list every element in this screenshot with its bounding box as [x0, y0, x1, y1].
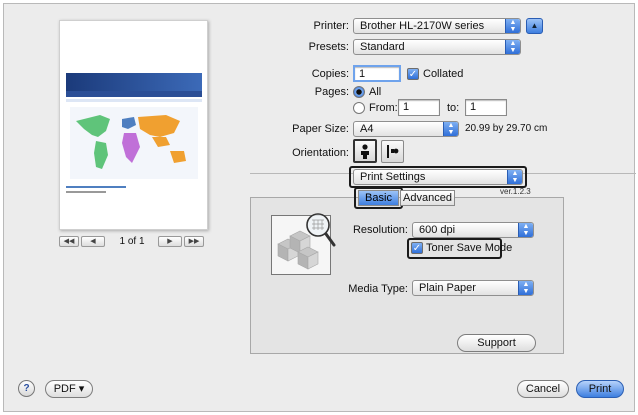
media-type-value: Plain Paper — [419, 282, 476, 294]
media-type-label: Media Type: — [348, 283, 408, 295]
printer-popup[interactable]: Brother HL-2170W series ▲ ▼ — [353, 18, 521, 34]
preview-link-line — [66, 186, 126, 188]
print-preview — [59, 20, 208, 230]
previous-page-button[interactable]: ◀ — [81, 236, 105, 247]
paper-size-label: Paper Size: — [292, 123, 349, 135]
pages-label: Pages: — [314, 86, 349, 98]
last-page-button[interactable]: ▶▶ — [184, 236, 204, 247]
print-dialog: ◀◀ ◀ 1 of 1 ▶ ▶▶ Printer: Brother HL-217… — [3, 3, 636, 412]
pages-from-field[interactable]: 1 — [398, 99, 440, 116]
preview-text-line — [66, 191, 106, 193]
up-down-arrows-icon: ▲ ▼ — [518, 281, 533, 295]
first-page-button[interactable]: ◀◀ — [59, 236, 79, 247]
copies-label: Copies: — [311, 68, 349, 80]
up-down-arrows-icon: ▲ ▼ — [505, 19, 520, 33]
up-down-arrows-icon: ▲ ▼ — [505, 40, 520, 54]
toner-save-checkbox[interactable]: ✓ — [411, 242, 423, 254]
print-button[interactable]: Print — [576, 380, 624, 398]
world-map-image — [70, 107, 198, 179]
support-button[interactable]: Support — [457, 334, 536, 352]
printer-label: Printer: — [313, 20, 349, 32]
version-text: ver.1.2.3 — [500, 187, 531, 196]
preview-header-bar — [66, 91, 202, 97]
presets-popup[interactable]: Standard ▲ ▼ — [353, 39, 521, 55]
pdf-menu-button[interactable]: PDF ▾ — [45, 380, 93, 398]
tab-advanced[interactable]: Advanced — [400, 190, 455, 206]
toner-save-label: Toner Save Mode — [426, 242, 513, 254]
paper-dimensions: 20.99 by 29.70 cm — [465, 123, 548, 134]
preview-text-line — [66, 99, 202, 102]
pages-from-radio[interactable] — [353, 102, 365, 114]
presets-value: Standard — [360, 41, 405, 53]
next-page-button[interactable]: ▶ — [158, 236, 182, 247]
media-type-popup[interactable]: Plain Paper ▲ ▼ — [412, 280, 534, 296]
print-settings-popup[interactable]: Print Settings ▲ ▼ — [353, 169, 523, 185]
portrait-orientation-button[interactable] — [353, 139, 377, 163]
help-icon[interactable]: ? — [18, 380, 35, 397]
magnifier-icon — [306, 213, 336, 247]
up-down-arrows-icon: ▲ ▼ — [507, 170, 522, 184]
disclosure-triangle-icon[interactable]: ▲ — [526, 18, 543, 34]
pages-all-label: All — [369, 86, 382, 98]
up-down-arrows-icon: ▲ ▼ — [518, 223, 533, 237]
paper-size-popup[interactable]: A4 ▲ ▼ — [353, 121, 459, 137]
landscape-orientation-button[interactable] — [381, 140, 404, 163]
pages-from-label: From: — [369, 102, 398, 114]
pages-all-radio[interactable] — [353, 86, 365, 98]
collated-label: Collated — [423, 68, 464, 80]
print-settings-value: Print Settings — [360, 171, 426, 183]
portrait-person-icon — [361, 144, 369, 159]
collated-checkbox[interactable]: ✓ — [407, 68, 419, 80]
cancel-button[interactable]: Cancel — [517, 380, 569, 398]
printer-value: Brother HL-2170W series — [360, 20, 485, 32]
copies-field[interactable]: 1 — [353, 65, 401, 82]
page-indicator: 1 of 1 — [119, 236, 145, 247]
up-down-arrows-icon: ▲ ▼ — [443, 122, 458, 136]
pages-to-field[interactable]: 1 — [465, 99, 507, 116]
presets-label: Presets: — [308, 41, 349, 53]
orientation-label: Orientation: — [292, 147, 349, 159]
preview-header-banner — [66, 73, 202, 91]
resolution-label: Resolution: — [352, 224, 408, 236]
tab-basic[interactable]: Basic — [358, 190, 399, 206]
resolution-value: 600 dpi — [419, 224, 456, 236]
resolution-popup[interactable]: 600 dpi ▲ ▼ — [412, 222, 534, 238]
landscape-person-icon — [387, 145, 399, 158]
paper-size-value: A4 — [360, 123, 374, 135]
pages-to-label: to: — [447, 102, 460, 114]
